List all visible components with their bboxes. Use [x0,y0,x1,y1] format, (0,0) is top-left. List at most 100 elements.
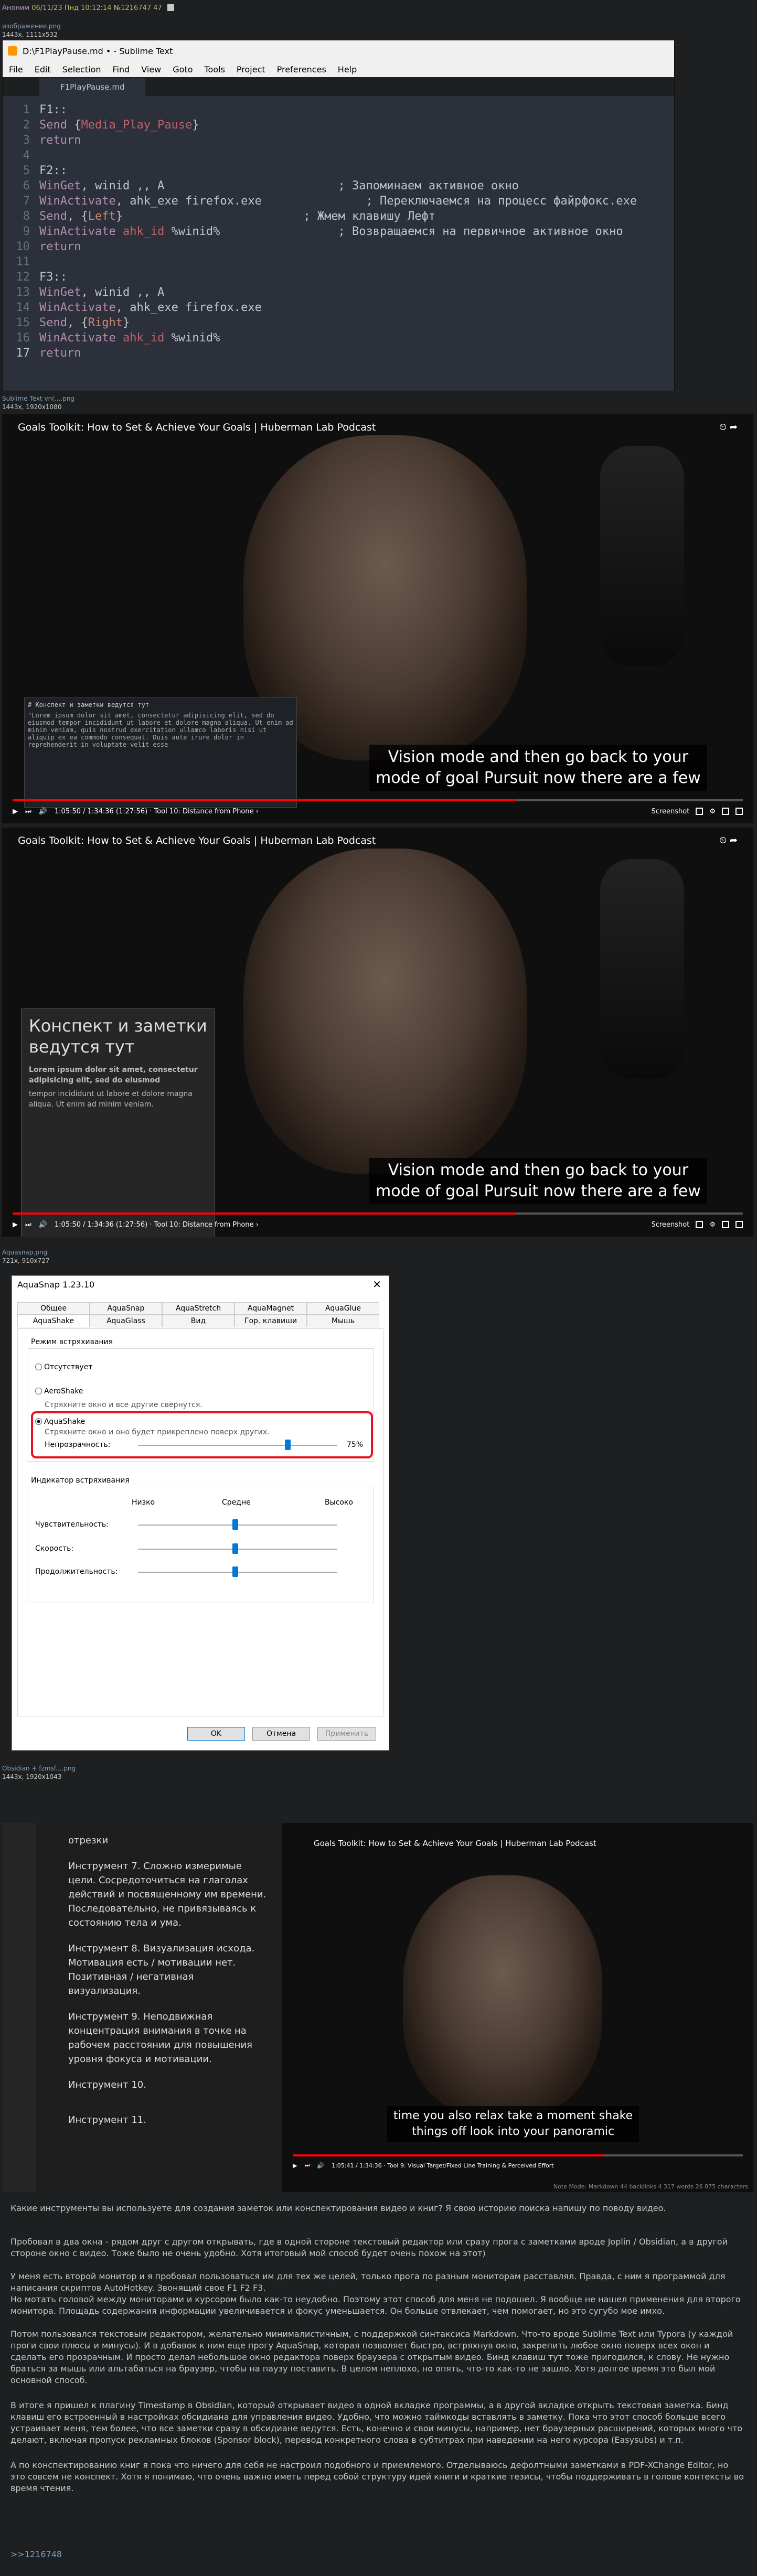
note-overlay[interactable]: Конспект и заметки ведутся тут Lorem ips… [21,1008,215,1237]
code-line: 3 return [3,133,674,148]
video-title[interactable]: Goals Toolkit: How to Set & Achieve Your… [314,1839,596,1848]
file-name[interactable]: Obsidian + fzmsf....png [2,1764,76,1773]
next-icon[interactable]: ⏭ [25,808,31,815]
menu-item-selection[interactable]: Selection [62,65,101,74]
opacity-value: 75% [347,1441,364,1449]
fullscreen-icon[interactable] [735,1220,743,1228]
reply-link[interactable]: >>1216748 [10,2549,745,2560]
tab-aquastretch[interactable]: AquaStretch [162,1302,234,1315]
menu-item-goto[interactable]: Goto [173,65,193,74]
file-name[interactable]: Sublime Text vn(....png [2,394,74,403]
screenshot-button[interactable]: Screenshot [652,1221,690,1229]
volume-icon[interactable]: 🔊 [39,1221,47,1229]
editor-line: отрезки [68,1835,109,1846]
video-title[interactable]: Goals Toolkit: How to Set & Achieve Your… [18,422,376,433]
duration-thumb[interactable] [232,1566,238,1577]
note-overlay[interactable]: # Конспект и заметки ведутся тут "Lorem … [24,697,297,808]
app-icon [8,46,17,56]
menu-item-tools[interactable]: Tools [205,65,225,74]
radio-off[interactable]: Отсутствует [35,1363,92,1371]
radio-icon[interactable] [35,1364,42,1370]
radio-aero[interactable]: AeroShake [35,1387,83,1396]
settings-icon[interactable]: ⚙ [709,808,716,815]
code-editor[interactable]: 1 F1:: 2 Send {Media_Play_Pause} 3 return 4 5 F2… [3,96,674,361]
tab-aquaglue[interactable]: AquaGlue [307,1302,379,1315]
menu-item-preferences[interactable]: Preferences [277,65,326,74]
tab-гор--клавиши[interactable]: Гор. клавиши [234,1315,307,1327]
theater-icon[interactable] [722,807,729,815]
video-title[interactable]: Goals Toolkit: How to Set & Achieve Your… [18,835,376,846]
progress-bar[interactable] [13,799,743,801]
file-link-2[interactable]: Sublime Text vn(....png 1443x, 1920x1080 [2,394,74,411]
progress-bar[interactable] [13,1212,743,1215]
post-number[interactable]: №1216747 [114,4,151,12]
screenshot-button[interactable]: Screenshot [652,808,690,815]
tab-aquaglass[interactable]: AquaGlass [90,1315,162,1327]
tab-file[interactable]: F1PlayPause.md [39,78,146,96]
code-line: 14 WinActivate, ahk_exe firefox.exe [3,300,674,315]
code-token: , { [67,210,88,223]
code-token: WinGet [39,179,81,192]
progress-bar[interactable] [293,2154,743,2156]
menu-item-file[interactable]: File [9,65,23,74]
share-icon[interactable]: ⏲ ➦ [719,835,738,846]
subtitles-icon[interactable] [696,1220,703,1228]
play-icon[interactable]: ▶ [13,1221,18,1229]
volume-icon[interactable]: 🔊 [317,2162,324,2169]
file-link-4[interactable]: Obsidian + fzmsf....png 1443x, 1920x1043 [2,1764,76,1781]
radio-icon[interactable] [35,1388,42,1394]
indicator-group [28,1487,374,1603]
tab-aquamagnet[interactable]: AquaMagnet [234,1302,307,1315]
note-editor[interactable]: отрезки Инструмент 7. Сложно измеримые ц… [37,1823,282,2192]
speed-thumb[interactable] [232,1543,238,1554]
play-icon[interactable]: ▶ [13,808,18,815]
menu-item-view[interactable]: View [141,65,161,74]
play-icon[interactable]: ▶ [293,2162,297,2169]
radio-aqua-label: AquaShake [44,1418,86,1426]
file-link-3[interactable]: Aquasnap.png 721x, 910x727 [2,1248,50,1265]
line-number: 16 [16,331,30,345]
opacity-slider[interactable] [138,1445,337,1446]
menu-item-project[interactable]: Project [237,65,265,74]
subtitle-line-1: Vision mode and then go back to your [388,748,689,766]
code-token: , winid ,, A [81,286,165,299]
file-link-1[interactable]: изображение.png 1443x, 1111x532 [2,22,61,39]
apply-button[interactable]: Применить [317,1727,376,1741]
tab-мышь[interactable]: Мышь [307,1315,379,1327]
menu-item-help[interactable]: Help [338,65,357,74]
settings-icon[interactable]: ⚙ [709,1221,716,1229]
note-body: "Lorem ipsum dolor sit amet, consectetur… [28,712,293,748]
theater-icon[interactable] [722,1220,729,1228]
tab-общее[interactable]: Общее [17,1302,90,1315]
file-name[interactable]: изображение.png [2,22,61,30]
video-frame-1: Goals Toolkit: How to Set & Achieve Your… [2,414,753,823]
tab-aquasnap[interactable]: AquaSnap [90,1302,162,1315]
tab-aquashake[interactable]: AquaShake [17,1315,90,1327]
cancel-button[interactable]: Отмена [252,1727,310,1741]
opacity-thumb[interactable] [285,1440,291,1450]
flag-icon[interactable] [167,4,174,11]
radio-icon[interactable] [35,1418,42,1425]
video-frame-2: Goals Toolkit: How to Set & Achieve Your… [2,828,753,1237]
share-icon[interactable]: ⏲ ➦ [719,422,738,433]
file-size: 1443x, 1920x1043 [2,1773,62,1780]
menu-item-edit[interactable]: Edit [35,65,51,74]
close-icon[interactable]: ✕ [372,1278,381,1291]
file-name[interactable]: Aquasnap.png [2,1248,50,1257]
speed-label: Скорость: [35,1544,74,1553]
radio-aqua[interactable]: AquaShake [35,1418,85,1426]
tab-вид[interactable]: Вид [162,1315,234,1327]
aquasnap-dialog: AquaSnap 1.23.10 ✕ Общее AquaSnap AquaStre… [12,1275,389,1751]
subtitles-icon[interactable] [696,807,703,815]
menu-item-find[interactable]: Find [113,65,130,74]
ok-button[interactable]: OK [187,1727,245,1741]
fullscreen-icon[interactable] [735,807,743,815]
next-icon[interactable]: ⏭ [304,2162,310,2169]
volume-icon[interactable]: 🔊 [39,808,47,815]
sensitivity-thumb[interactable] [232,1519,238,1530]
next-icon[interactable]: ⏭ [25,1221,31,1229]
embedded-video[interactable]: Goals Toolkit: How to Set & Achieve Your… [282,1823,753,2192]
code-token: , ahk_exe firefox.exe [115,301,262,314]
post-paragraph: Пробовал в два окна - рядом друг с друго… [10,2237,728,2258]
status-bar: Note Mode: Markdown 44 backlinks 4 317 w… [553,2183,748,2190]
